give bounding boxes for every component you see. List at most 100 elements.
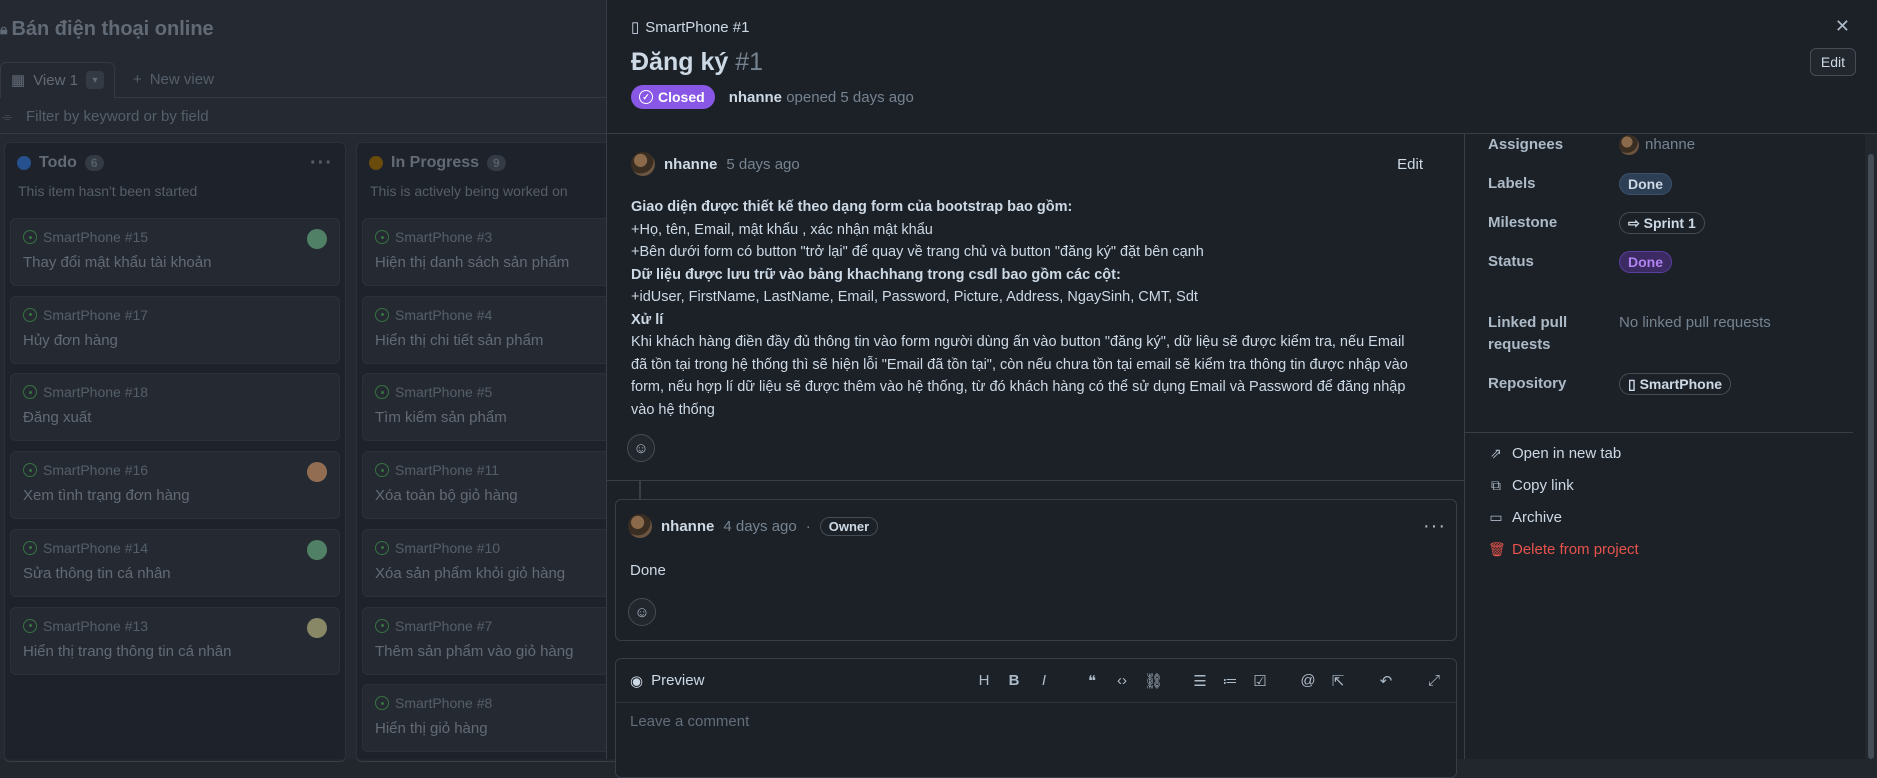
milestone-badge: ⇨ Sprint 1 (1619, 212, 1705, 234)
issue-panel: ▯ SmartPhone #1 Đăng ký #1 ✓ Closed nhan… (606, 0, 1877, 778)
heading-icon[interactable]: H (976, 672, 992, 689)
preview-label: Preview (651, 672, 705, 689)
delete-button[interactable]: 🗑︎ Delete from project (1488, 541, 1639, 558)
timeline-line (639, 481, 641, 501)
status-label: Status (1488, 253, 1534, 270)
trash-icon: 🗑︎ (1488, 541, 1506, 557)
owner-badge: Owner (819, 516, 879, 536)
milestone-name: Sprint 1 (1643, 215, 1696, 231)
numbered-list-icon[interactable]: ≔ (1222, 672, 1238, 690)
copy-link-label: Copy link (1512, 477, 1574, 494)
issue-reference[interactable]: ▯ SmartPhone #1 (631, 18, 750, 37)
issue-main: nhanne 5 days ago Edit Giao diện được th… (607, 134, 1465, 778)
reply-body: Done (630, 562, 666, 579)
milestone-icon: ⇨ (1628, 215, 1644, 231)
issue-number: #1 (735, 48, 764, 76)
close-icon[interactable]: ✕ (1835, 16, 1850, 37)
linked-pr-row[interactable]: Linked pull requests No linked pull requ… (1488, 312, 1771, 356)
panel-backdrop[interactable] (0, 0, 606, 759)
italic-icon[interactable]: I (1036, 672, 1052, 689)
editor-toolbar: ◉ Preview H B I ❝ ‹› ⛓ ☰ ≔ ☑ @ ⇱ ↶ ⤢ (616, 659, 1456, 703)
comment-line: +idUser, FirstName, LastName, Email, Pas… (631, 289, 1198, 305)
repository-row[interactable]: Repository ▯ SmartPhone (1488, 373, 1732, 395)
issue-opened: opened 5 days ago (786, 88, 914, 106)
issue-status-line: ✓ Closed nhanne opened 5 days ago (631, 85, 914, 109)
closed-badge: ✓ Closed (631, 85, 715, 109)
format-tools: H B I ❝ ‹› ⛓ ☰ ≔ ☑ @ ⇱ ↶ ⤢ (976, 672, 1442, 690)
issue-author[interactable]: nhanne (729, 89, 782, 106)
status-badge: Done (1619, 251, 1672, 273)
comment-time: 5 days ago (726, 155, 800, 173)
comment-line: Giao diện được thiết kế theo dạng form c… (631, 199, 1073, 215)
repo-icon: ▯ (631, 19, 640, 36)
comment-line: +Bên dưới form có button "trở lại" để qu… (631, 244, 1204, 260)
more-icon[interactable]: ··· (1423, 515, 1446, 538)
preview-tab[interactable]: ◉ Preview (630, 672, 704, 690)
repository-badge: ▯ SmartPhone (1619, 373, 1732, 395)
code-icon[interactable]: ‹› (1114, 672, 1130, 689)
comment-header: nhanne 4 days ago · Owner ··· (628, 514, 1446, 538)
issue-reference-text: SmartPhone #1 (645, 18, 750, 36)
issue-meta: nhanne opened 5 days ago (729, 89, 914, 106)
assignees-label: Assignees (1488, 136, 1564, 153)
delete-label: Delete from project (1512, 541, 1639, 558)
link-icon[interactable]: ⛓ (1144, 672, 1163, 690)
comment-line: Khi khách hàng điền đầy đủ thông tin vào… (631, 334, 1405, 350)
comment-line: form, nếu hợp lí dữ liệu sẽ được thêm và… (631, 379, 1406, 395)
edit-comment-button[interactable]: Edit (1397, 156, 1441, 173)
copy-icon: ⧉ (1491, 477, 1501, 493)
smiley-icon[interactable]: ☺ (627, 434, 655, 462)
comment-time: 4 days ago (723, 517, 797, 535)
reply-icon[interactable]: ↶ (1378, 672, 1394, 690)
edit-title-button[interactable]: Edit (1809, 48, 1856, 76)
comment-line: +Họ, tên, Email, mật khẩu , xác nhận mật… (631, 221, 933, 238)
smiley-icon[interactable]: ☺ (628, 598, 656, 626)
eye-icon: ◉ (630, 672, 644, 690)
archive-button[interactable]: ▭ Archive (1488, 509, 1562, 526)
milestone-row[interactable]: Milestone ⇨ Sprint 1 (1488, 212, 1705, 234)
mention-icon[interactable]: @ (1300, 672, 1316, 689)
reference-icon[interactable]: ⇱ (1330, 672, 1346, 690)
issue-title: Đăng ký #1 (631, 48, 763, 77)
avatar (1619, 135, 1639, 155)
linked-pr-label: Linked pull requests (1488, 314, 1568, 353)
avatar[interactable] (628, 514, 652, 538)
linked-pr-value: No linked pull requests (1619, 314, 1771, 331)
comment-input[interactable]: Leave a comment (616, 703, 1456, 740)
issue-title-text: Đăng ký (631, 48, 729, 76)
open-new-tab-label: Open in new tab (1512, 445, 1622, 462)
milestone-label: Milestone (1488, 214, 1558, 231)
label-badge: Done (1619, 173, 1672, 195)
status-row[interactable]: Status Done (1488, 251, 1672, 273)
divider (1465, 432, 1853, 433)
comment-author[interactable]: nhanne (661, 518, 714, 535)
archive-label: Archive (1512, 509, 1563, 526)
comment-author[interactable]: nhanne (664, 156, 717, 173)
copy-link-button[interactable]: ⧉ Copy link (1488, 477, 1574, 494)
repository-label: Repository (1488, 375, 1567, 392)
bold-icon[interactable]: B (1006, 672, 1022, 689)
fullscreen-icon[interactable]: ⤢ (1426, 672, 1442, 689)
issue-sidebar: Assignees nhanne Labels Done Milestone ⇨… (1465, 134, 1865, 759)
separator: · (805, 517, 811, 535)
comment-line: Dữ liệu được lưu trữ vào bảng khachhang … (631, 266, 1121, 283)
bullet-list-icon[interactable]: ☰ (1192, 672, 1208, 690)
closed-badge-label: Closed (658, 89, 705, 105)
open-new-tab-link[interactable]: ⇗ Open in new tab (1488, 445, 1621, 462)
labels-row[interactable]: Labels Done (1488, 173, 1672, 195)
repo-icon: ▯ (1628, 376, 1640, 392)
assignee-name: nhanne (1645, 136, 1696, 153)
quote-icon[interactable]: ❝ (1084, 672, 1100, 690)
external-link-icon: ⇗ (1490, 445, 1502, 461)
scrollbar[interactable] (1865, 134, 1877, 759)
task-list-icon[interactable]: ☑ (1252, 672, 1268, 690)
comment-line: Xử lí (631, 311, 664, 328)
scrollbar-thumb[interactable] (1868, 154, 1874, 759)
comment-line: vào hệ thống (631, 401, 715, 418)
avatar[interactable] (631, 152, 655, 176)
assignees-row[interactable]: Assignees nhanne (1488, 134, 1695, 156)
reply-comment: nhanne 4 days ago · Owner ··· Done ☺ (615, 499, 1457, 641)
repository-name: SmartPhone (1639, 376, 1723, 392)
comment-body: Giao diện được thiết kế theo dạng form c… (631, 196, 1441, 421)
comment-editor: ◉ Preview H B I ❝ ‹› ⛓ ☰ ≔ ☑ @ ⇱ ↶ ⤢ Lea… (615, 658, 1457, 778)
